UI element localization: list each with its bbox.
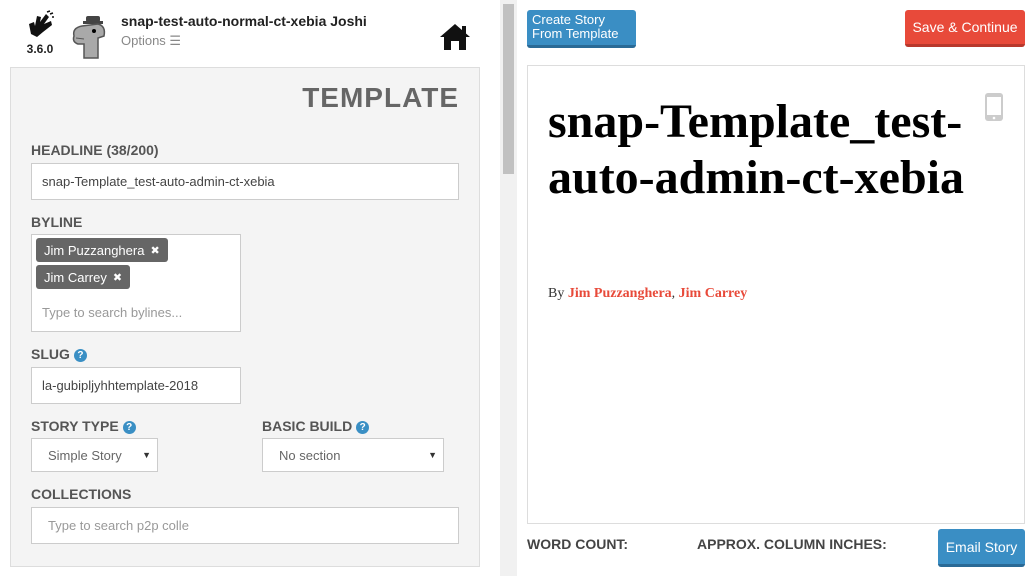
- email-story-button[interactable]: Email Story: [938, 529, 1025, 567]
- byline-author-link[interactable]: Jim Carrey: [679, 286, 748, 301]
- options-menu[interactable]: Options ☰: [121, 33, 181, 49]
- create-button-line1: Create Story: [532, 12, 605, 27]
- byline-tag-label: Jim Carrey: [44, 269, 107, 285]
- preview-headline: snap-Template_test-auto-admin-ct-xebia: [548, 95, 964, 204]
- save-continue-button[interactable]: Save & Continue: [905, 10, 1025, 47]
- story-type-select[interactable]: Simple Story ▼: [31, 438, 158, 472]
- home-icon: [440, 24, 470, 50]
- template-heading: TEMPLATE: [302, 82, 459, 113]
- editor-pane: 3.6.0 snap-test-auto-normal-ct-xebia Jos…: [0, 0, 500, 576]
- remove-byline-icon[interactable]: ✖: [150, 244, 159, 257]
- byline-tag: Jim Carrey ✖: [36, 265, 131, 289]
- dinosaur-avatar-icon: [72, 16, 106, 59]
- story-type-label-text: STORY TYPE: [31, 418, 119, 434]
- story-type-value: Simple Story: [48, 447, 122, 463]
- preview-byline: By Jim Puzzanghera, Jim Carrey: [548, 286, 747, 302]
- home-button[interactable]: [438, 22, 472, 52]
- slug-input[interactable]: la-gubipljyhhtemplate-2018: [31, 367, 241, 404]
- dropdown-arrow-icon: ▼: [142, 450, 151, 460]
- basic-build-select[interactable]: No section ▼: [262, 438, 444, 472]
- byline-search-placeholder[interactable]: Type to search bylines...: [42, 305, 182, 320]
- slug-label-text: SLUG: [31, 346, 70, 362]
- byline-prefix: By: [548, 286, 565, 301]
- help-icon[interactable]: ?: [73, 349, 87, 362]
- byline-author-link[interactable]: Jim Puzzanghera: [568, 286, 672, 301]
- basic-build-label-text: BASIC BUILD: [262, 418, 353, 434]
- help-icon[interactable]: ?: [122, 421, 136, 434]
- scrollbar-thumb[interactable]: [503, 4, 514, 174]
- help-icon[interactable]: ?: [356, 421, 370, 434]
- mobile-preview-toggle[interactable]: [984, 92, 1004, 127]
- byline-label: BYLINE: [31, 214, 83, 230]
- app-header: 3.6.0 snap-test-auto-normal-ct-xebia Jos…: [0, 0, 500, 66]
- byline-input[interactable]: Jim Puzzanghera ✖ Jim Carrey ✖ Type to s…: [31, 234, 241, 332]
- story-title: snap-test-auto-normal-ct-xebia Joshi: [121, 13, 367, 29]
- story-type-label: STORY TYPE?: [31, 418, 136, 434]
- create-button-line2: From Template: [532, 26, 619, 41]
- dropdown-arrow-icon: ▼: [428, 450, 437, 460]
- phone-icon: [985, 93, 1003, 121]
- column-inches-label: APPROX. COLUMN INCHES:: [697, 536, 887, 552]
- template-form: TEMPLATE HEADLINE (38/200) snap-Template…: [10, 67, 480, 567]
- app-logo[interactable]: 3.6.0: [20, 10, 60, 60]
- story-preview: snap-Template_test-auto-admin-ct-xebia B…: [527, 65, 1025, 524]
- headline-input[interactable]: snap-Template_test-auto-admin-ct-xebia: [31, 163, 459, 200]
- slug-label: SLUG?: [31, 346, 87, 362]
- byline-separator: ,: [671, 286, 676, 301]
- collections-placeholder: Type to search p2p colle: [48, 518, 189, 533]
- headline-label: HEADLINE (38/200): [31, 142, 159, 158]
- basic-build-label: BASIC BUILD?: [262, 418, 370, 434]
- byline-tag: Jim Puzzanghera ✖: [36, 238, 168, 262]
- word-count-label: WORD COUNT:: [527, 536, 629, 552]
- collections-label: COLLECTIONS: [31, 486, 132, 502]
- snap-hand-icon: [29, 10, 54, 37]
- version-label: 3.6.0: [26, 42, 54, 56]
- byline-tag-label: Jim Puzzanghera: [44, 242, 145, 258]
- collections-input[interactable]: Type to search p2p colle: [31, 507, 459, 544]
- basic-build-value: No section: [279, 447, 341, 463]
- create-story-from-template-button[interactable]: Create Story From Template: [527, 10, 636, 48]
- avatar[interactable]: [64, 14, 112, 62]
- editor-scrollbar[interactable]: [500, 0, 517, 576]
- remove-byline-icon[interactable]: ✖: [113, 271, 122, 284]
